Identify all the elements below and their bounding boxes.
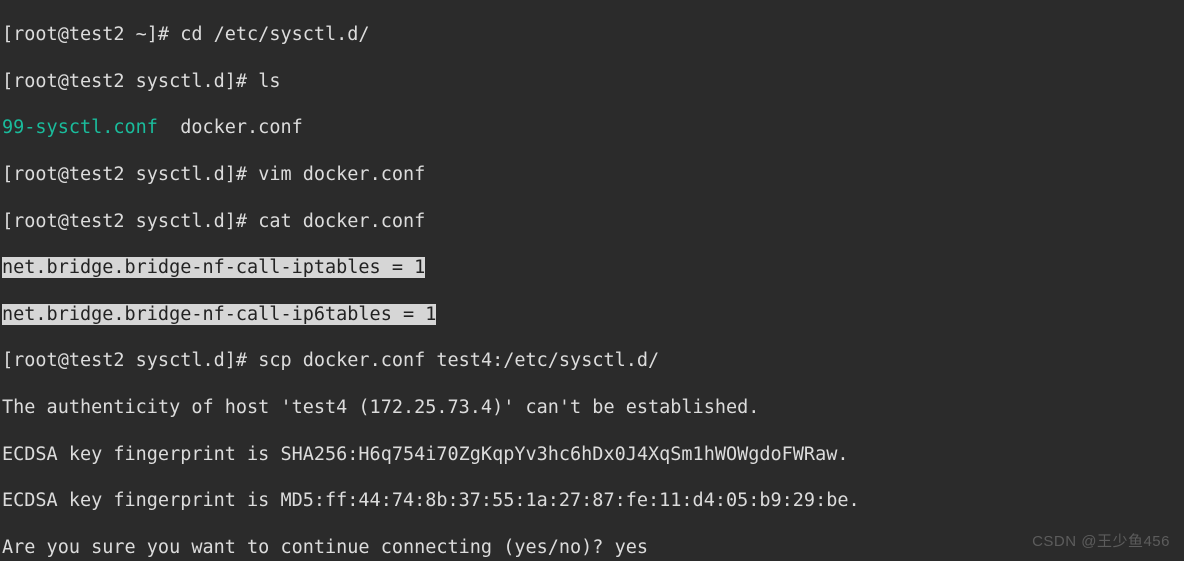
prompt-line: [root@test2 sysctl.d]# cat docker.conf <box>2 210 1184 233</box>
command: cd /etc/sysctl.d/ <box>180 24 369 45</box>
cat-output: net.bridge.bridge-nf-call-iptables = 1 <box>2 256 1184 279</box>
prompt: [root@test2 sysctl.d]# <box>2 350 258 371</box>
ssh-auth-warning: The authenticity of host 'test4 (172.25.… <box>2 396 1184 419</box>
command: scp docker.conf test4:/etc/sysctl.d/ <box>258 350 659 371</box>
ls-symlink: 99-sysctl.conf <box>2 117 158 138</box>
prompt-line: [root@test2 sysctl.d]# ls <box>2 70 1184 93</box>
prompt: [root@test2 sysctl.d]# <box>2 164 258 185</box>
highlighted-config: net.bridge.bridge-nf-call-iptables = 1 <box>2 257 425 278</box>
ssh-confirm-prompt: Are you sure you want to continue connec… <box>2 536 1184 559</box>
command: cat docker.conf <box>258 211 425 232</box>
command: vim docker.conf <box>258 164 425 185</box>
ssh-fingerprint: ECDSA key fingerprint is SHA256:H6q754i7… <box>2 443 1184 466</box>
prompt: [root@test2 ~]# <box>2 24 180 45</box>
prompt-line: [root@test2 ~]# cd /etc/sysctl.d/ <box>2 23 1184 46</box>
terminal-output[interactable]: [root@test2 ~]# cd /etc/sysctl.d/ [root@… <box>0 0 1184 561</box>
prompt: [root@test2 sysctl.d]# <box>2 71 258 92</box>
prompt: [root@test2 sysctl.d]# <box>2 211 258 232</box>
ssh-fingerprint: ECDSA key fingerprint is MD5:ff:44:74:8b… <box>2 489 1184 512</box>
command: ls <box>258 71 280 92</box>
ls-file: docker.conf <box>180 117 303 138</box>
cat-output: net.bridge.bridge-nf-call-ip6tables = 1 <box>2 303 1184 326</box>
ls-output: 99-sysctl.conf docker.conf <box>2 116 1184 139</box>
prompt-line: [root@test2 sysctl.d]# scp docker.conf t… <box>2 349 1184 372</box>
highlighted-config: net.bridge.bridge-nf-call-ip6tables = 1 <box>2 304 436 325</box>
prompt-line: [root@test2 sysctl.d]# vim docker.conf <box>2 163 1184 186</box>
